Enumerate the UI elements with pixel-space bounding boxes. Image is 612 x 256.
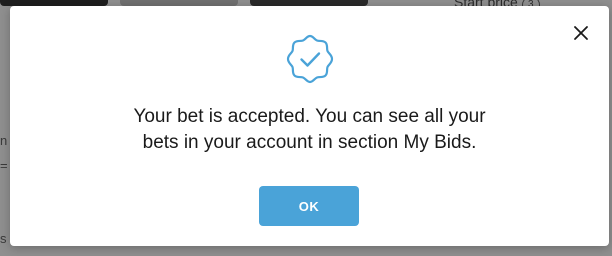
ok-button[interactable]: OK — [259, 186, 359, 226]
verified-badge-check-icon — [283, 32, 337, 86]
close-button[interactable] — [573, 25, 589, 41]
close-icon — [574, 26, 588, 40]
background-text-fragment: n — [0, 133, 8, 148]
background-text-fragment: = — [0, 158, 8, 173]
confirmation-message-line-2: bets in your account in section My Bids. — [142, 132, 477, 153]
confirmation-message-line-1: Your bet is accepted. You can see all yo… — [133, 106, 486, 127]
background-text-fragment: s — [0, 231, 7, 246]
confirmation-message: Your bet is accepted. You can see all yo… — [50, 104, 569, 156]
bet-accepted-dialog: Your bet is accepted. You can see all yo… — [10, 6, 609, 246]
